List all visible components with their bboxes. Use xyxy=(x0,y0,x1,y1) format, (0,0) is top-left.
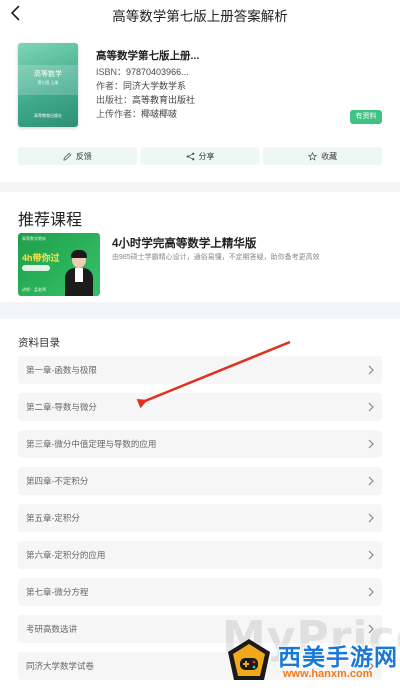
recommend-heading: 推荐课程 xyxy=(18,212,83,229)
book-uploader: 上传作者：椰啵椰啵 xyxy=(96,109,178,119)
feedback-button[interactable]: 反馈 xyxy=(18,147,137,165)
gamepad-logo-icon xyxy=(228,639,270,680)
chevron-right-icon xyxy=(368,513,374,523)
book-isbn: ISBN：97870403966... xyxy=(96,67,189,77)
chevron-right-icon xyxy=(368,439,374,449)
cover-publisher: 高等教育出版社 xyxy=(34,113,62,118)
course-description: 由985硕士学霸精心设计，通俗易懂，不定期答疑，助你备考更高效 xyxy=(112,254,320,261)
chevron-right-icon xyxy=(368,550,374,560)
catalog-item[interactable]: 第一章-函数与极限 xyxy=(18,356,382,384)
star-icon xyxy=(308,151,318,161)
catalog-heading: 资料目录 xyxy=(18,337,60,349)
book-card: 高等数学 第七版 上册 高等教育出版社 高等数学第七版上册... ISBN：97… xyxy=(0,30,400,182)
chevron-right-icon xyxy=(368,402,374,412)
share-button[interactable]: 分享 xyxy=(140,147,260,165)
catalog-item[interactable]: 第七章-微分方程 xyxy=(18,578,382,606)
watermark-url: www.hanxm.com xyxy=(283,668,373,680)
course-thumbnail[interactable]: 高等数学期末 4h带你过 讲师：孟老师 xyxy=(18,233,100,296)
favorite-button[interactable]: 收藏 xyxy=(263,147,383,165)
cover-title: 高等数学 xyxy=(34,70,62,78)
book-publisher: 出版社：高等教育出版社 xyxy=(96,95,196,105)
top-bar: 高等数学第七版上册答案解析 xyxy=(0,0,400,30)
page-title: 高等数学第七版上册答案解析 xyxy=(112,9,288,24)
cover-subtitle: 第七版 上册 xyxy=(37,80,59,85)
recommend-section: 推荐课程 高等数学期末 4h带你过 讲师：孟老师 4小时学完高等数学上精华版 由… xyxy=(0,192,400,302)
course-title[interactable]: 4小时学完高等数学上精华版 xyxy=(112,235,256,251)
catalog-item[interactable]: 第三章-微分中值定理与导数的应用 xyxy=(18,430,382,458)
catalog-item[interactable]: 第四章-不定积分 xyxy=(18,467,382,495)
catalog-item[interactable]: 第二章-导数与微分 xyxy=(18,393,382,421)
book-cover[interactable]: 高等数学 第七版 上册 高等教育出版社 xyxy=(18,43,78,127)
chevron-right-icon xyxy=(368,365,374,375)
watermark-site-name: 西美手游网 xyxy=(278,644,398,670)
action-bar: 反馈 分享 收藏 xyxy=(18,147,383,165)
book-info: 高等数学第七版上册... ISBN：97870403966... 作者：同济大学… xyxy=(96,48,346,121)
chevron-right-icon xyxy=(368,587,374,597)
book-author: 作者：同济大学数学系 xyxy=(96,81,187,91)
catalog-item[interactable]: 第六章-定积分的应用 xyxy=(18,541,382,569)
catalog-item[interactable]: 第五章-定积分 xyxy=(18,504,382,532)
edit-icon xyxy=(63,152,72,161)
teacher-photo xyxy=(64,248,94,296)
book-name: 高等数学第七版上册... xyxy=(96,50,200,62)
chevron-right-icon xyxy=(368,476,374,486)
has-material-badge: 有资料 xyxy=(350,110,382,124)
share-icon xyxy=(186,152,194,160)
